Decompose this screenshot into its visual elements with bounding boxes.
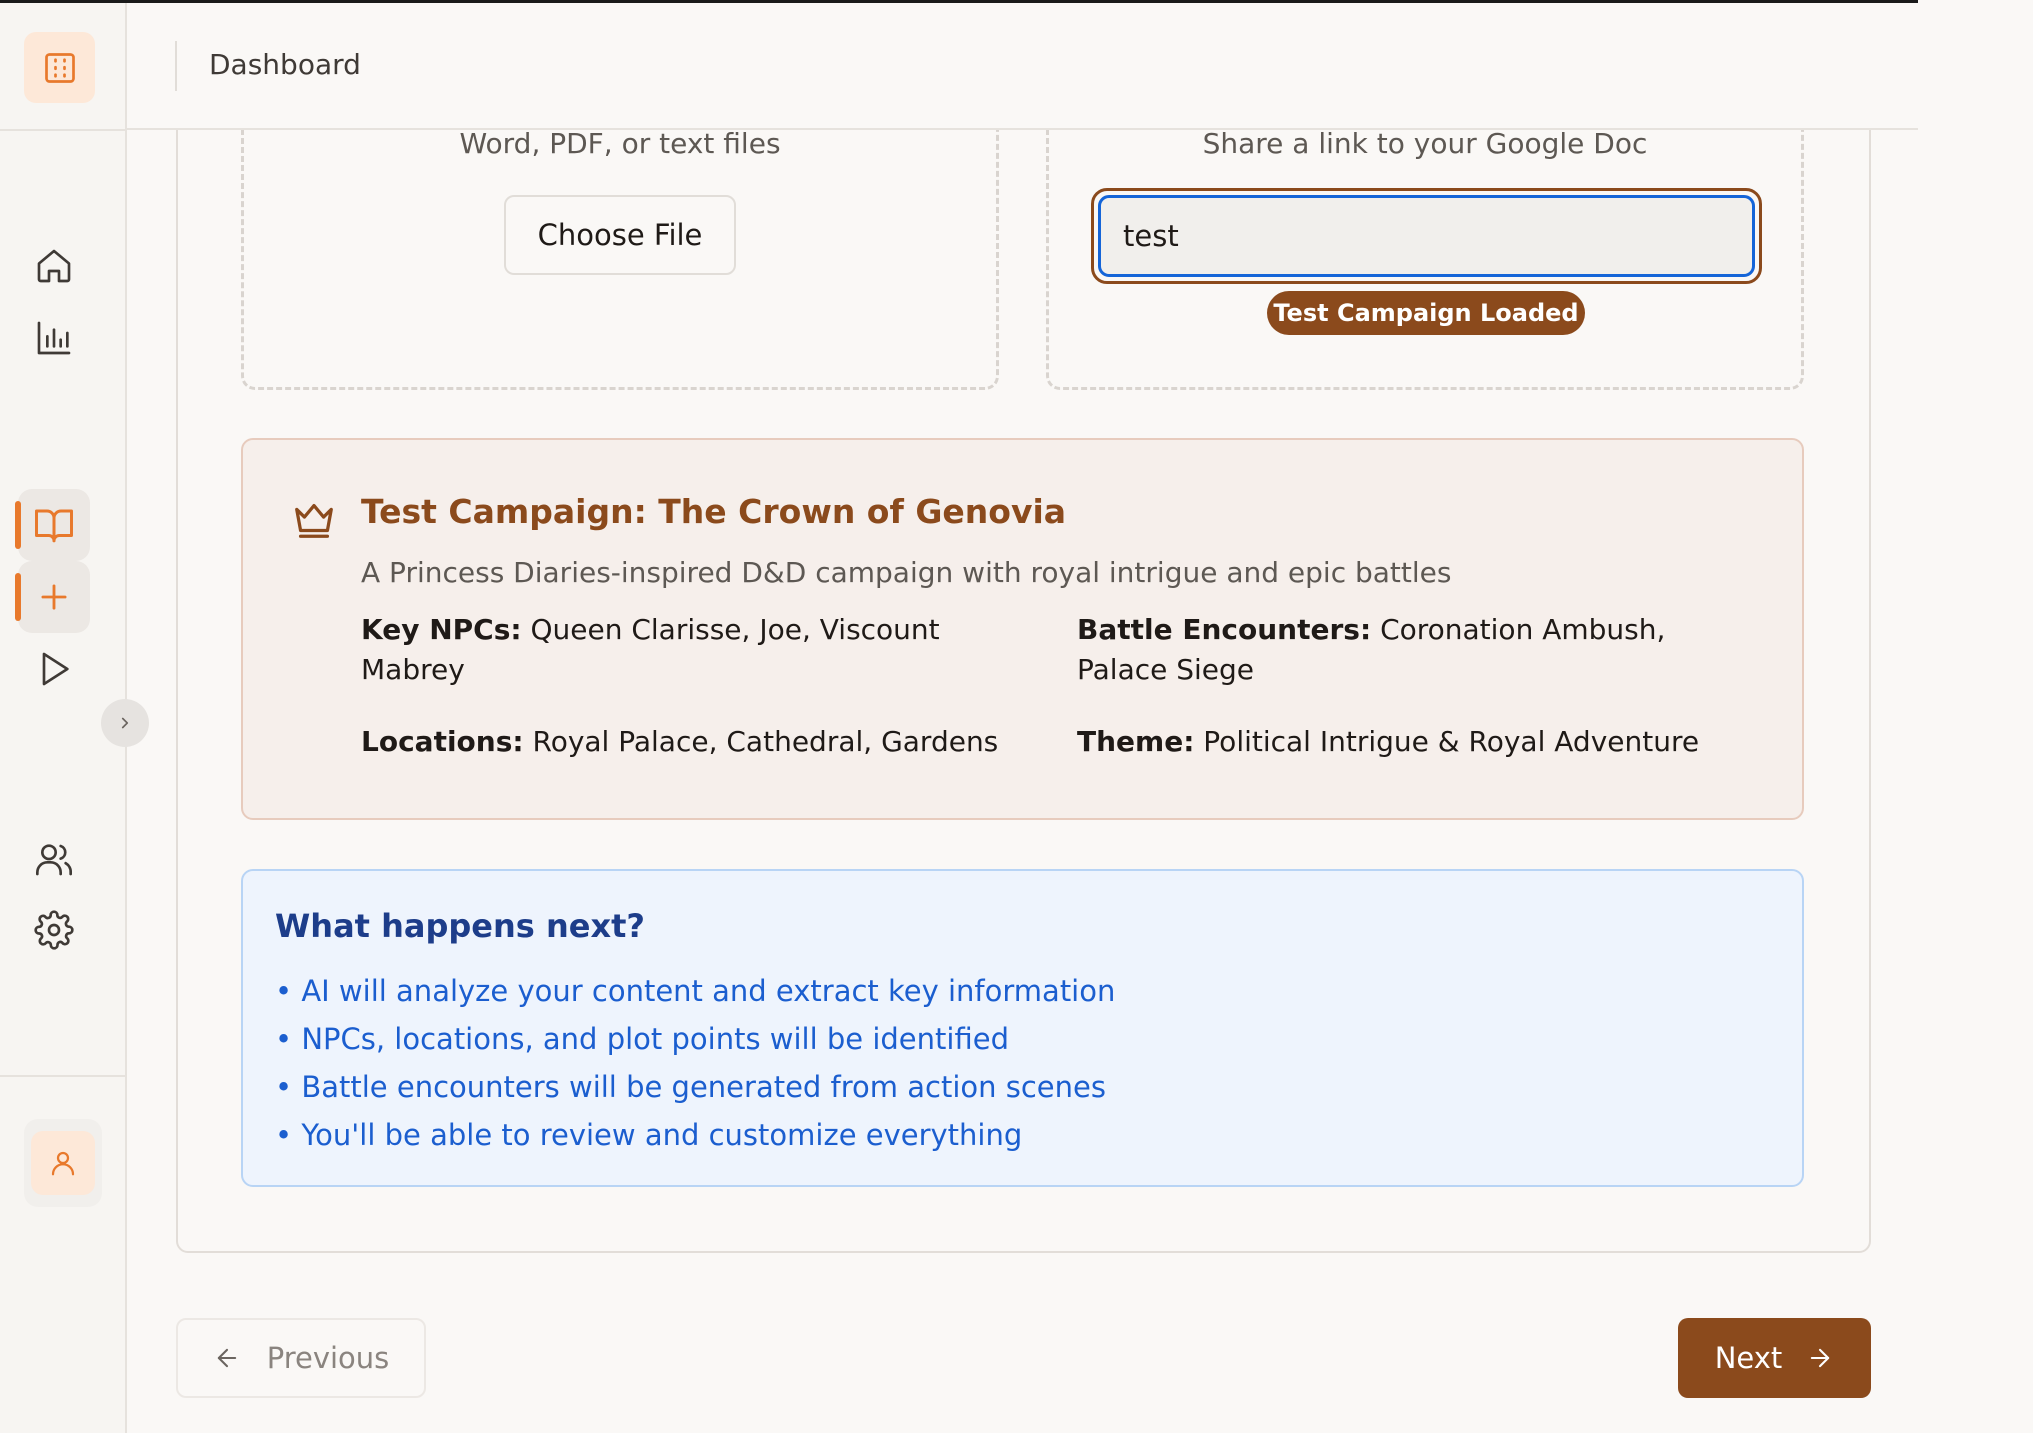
sidebar-item-home[interactable] [18, 230, 90, 302]
campaign-battles: Battle Encounters: Coronation Ambush, Pa… [1077, 610, 1757, 690]
header-divider [175, 41, 177, 91]
google-doc-input-focus-ring [1091, 188, 1762, 284]
sidebar-expand-button[interactable] [101, 699, 149, 747]
campaign-locations: Locations: Royal Palace, Cathedral, Gard… [361, 722, 1041, 762]
arrow-left-icon [217, 1348, 236, 1368]
sidebar-item-play[interactable] [18, 633, 90, 705]
sidebar-item-users[interactable] [18, 823, 90, 895]
sidebar-item-settings[interactable] [18, 894, 90, 966]
list-item: • Battle encounters will be generated fr… [275, 1070, 1106, 1104]
bar-chart-icon [37, 321, 71, 355]
next-steps-list: • AI will analyze your content and extra… [275, 967, 1115, 1159]
sidebar-divider [0, 1075, 127, 1077]
play-icon [42, 652, 69, 686]
avatar [31, 1131, 95, 1195]
google-doc-subtitle: Share a link to your Google Doc [1202, 127, 1648, 160]
users-icon [36, 844, 72, 876]
next-steps-title: What happens next? [275, 907, 645, 945]
active-indicator [15, 573, 21, 621]
sidebar-item-analytics[interactable] [18, 302, 90, 374]
campaign-theme-value: Political Intrigue & Royal Adventure [1203, 725, 1700, 758]
sidebar-item-campaigns[interactable] [15, 489, 90, 561]
campaign-loaded-badge: Test Campaign Loaded [1267, 291, 1585, 335]
campaign-description: A Princess Diaries-inspired D&D campaign… [361, 556, 1452, 589]
active-indicator [15, 501, 21, 549]
campaign-locations-value: Royal Palace, Cathedral, Gardens [532, 725, 999, 758]
layout-grid-icon [44, 52, 75, 83]
app-logo-button[interactable] [24, 32, 95, 103]
next-steps-info: What happens next? • AI will analyze you… [241, 869, 1804, 1187]
file-upload-subtitle: Word, PDF, or text files [459, 127, 781, 160]
chevron-right-icon [121, 717, 129, 729]
campaign-npcs: Key NPCs: Queen Clarisse, Joe, Viscount … [361, 610, 1041, 690]
sidebar-divider [0, 129, 127, 131]
user-profile-button[interactable] [24, 1119, 102, 1207]
list-item: • You'll be able to review and customize… [275, 1118, 1023, 1152]
google-doc-link-input[interactable] [1098, 195, 1755, 277]
campaign-locations-label: Locations: [361, 725, 524, 758]
campaign-summary-card: Test Campaign: The Crown of Genovia A Pr… [241, 438, 1804, 820]
previous-button[interactable]: Previous [176, 1318, 426, 1398]
list-item: • NPCs, locations, and plot points will … [275, 1022, 1009, 1056]
plus-icon [41, 584, 67, 610]
page-title: Dashboard [209, 48, 361, 81]
next-button[interactable]: Next [1678, 1318, 1871, 1398]
sidebar-item-create[interactable] [15, 561, 90, 633]
campaign-npcs-label: Key NPCs: [361, 613, 522, 646]
list-item: • AI will analyze your content and extra… [275, 974, 1116, 1008]
previous-button-label: Previous [266, 1341, 390, 1375]
top-header: Dashboard [127, 3, 1918, 130]
campaign-title: Test Campaign: The Crown of Genovia [361, 492, 1067, 531]
arrow-right-icon [1811, 1348, 1830, 1368]
choose-file-button[interactable]: Choose File [504, 195, 736, 275]
campaign-theme-label: Theme: [1077, 725, 1195, 758]
campaign-theme: Theme: Political Intrigue & Royal Advent… [1077, 722, 1777, 762]
gear-icon [34, 910, 74, 950]
campaign-battles-label: Battle Encounters: [1077, 613, 1372, 646]
next-button-label: Next [1714, 1341, 1783, 1375]
book-open-icon [35, 509, 73, 543]
home-icon [37, 249, 71, 283]
crown-icon [295, 503, 333, 538]
user-icon [51, 1151, 75, 1176]
